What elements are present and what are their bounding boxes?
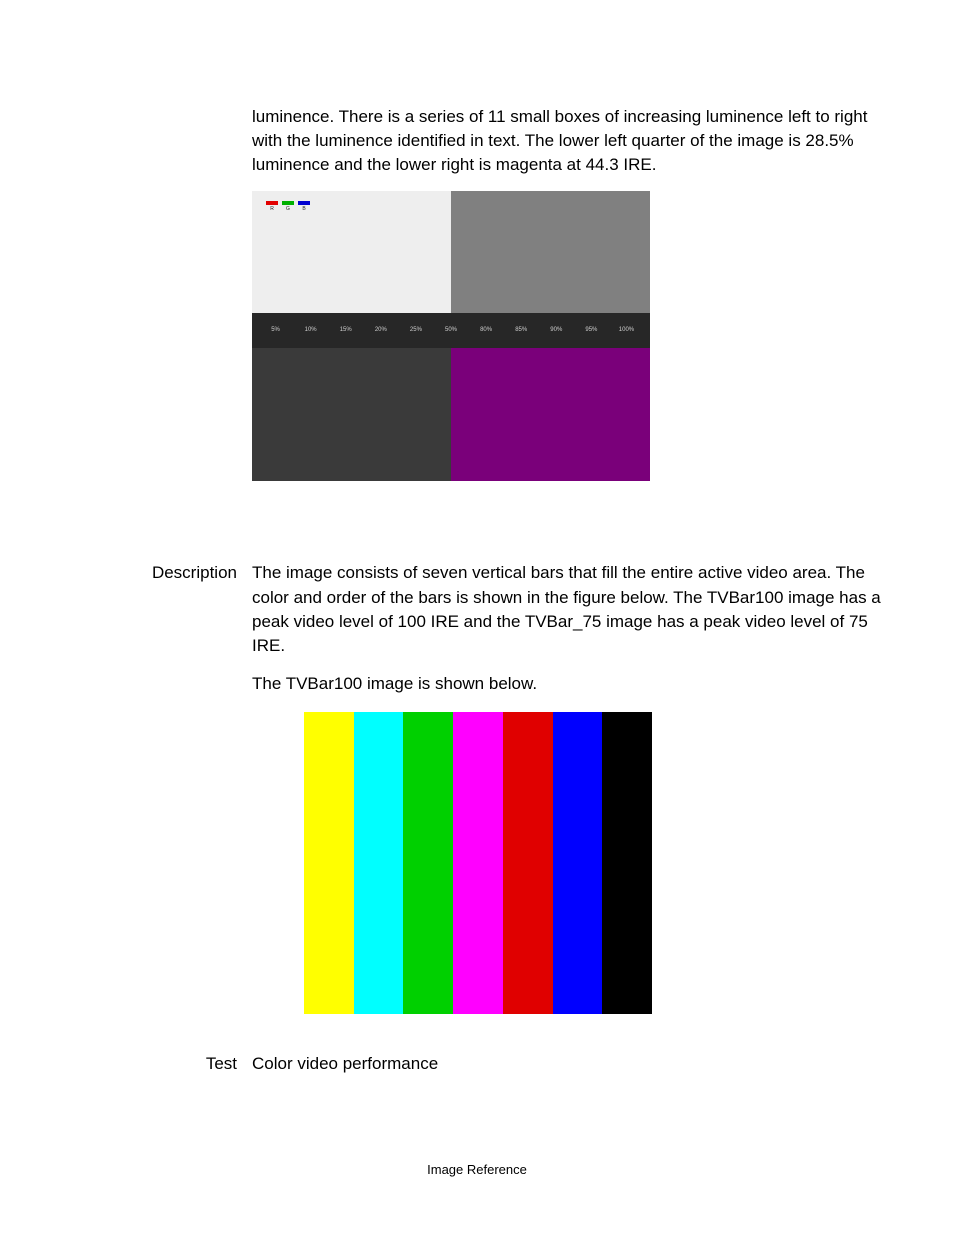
bottom-left-quadrant xyxy=(252,348,451,481)
rgb-label: G xyxy=(286,206,290,213)
luminence-step: 95% xyxy=(574,326,609,335)
description-para1: The image consists of seven vertical bar… xyxy=(252,561,894,658)
luminence-step: 50% xyxy=(433,326,468,335)
intro-paragraph: luminence. There is a series of 11 small… xyxy=(252,105,894,177)
top-left-quadrant: RGB xyxy=(252,191,451,313)
color-bar xyxy=(304,712,354,1014)
luminence-step: 90% xyxy=(539,326,574,335)
luminence-step: 100% xyxy=(609,326,644,335)
luminence-step: 85% xyxy=(504,326,539,335)
luminence-step: 80% xyxy=(469,326,504,335)
rgb-swatch xyxy=(266,201,278,205)
luminence-test-image: R G B 5%10%15%20%25%50%80%85%90%95%100% xyxy=(252,191,650,481)
luminence-step: 20% xyxy=(363,326,398,335)
color-bar xyxy=(453,712,503,1014)
rgb-box: B xyxy=(298,201,310,213)
luminence-step: 5% xyxy=(258,326,293,335)
rgb-box: R xyxy=(266,201,278,213)
rgb-box: G xyxy=(282,201,294,213)
color-bar xyxy=(553,712,603,1014)
description-para2: The TVBar100 image is shown below. xyxy=(252,672,894,696)
luminence-step-strip: 5%10%15%20%25%50%80%85%90%95%100% xyxy=(252,313,650,348)
page-footer: Image Reference xyxy=(0,1162,954,1177)
luminence-step: 15% xyxy=(328,326,363,335)
test-label: Test xyxy=(60,1052,252,1076)
rgb-label: R xyxy=(270,206,274,213)
description-label: Description xyxy=(60,561,252,585)
bottom-right-quadrant xyxy=(451,348,650,481)
rgb-swatch xyxy=(282,201,294,205)
rgb-swatch xyxy=(298,201,310,205)
test-text: Color video performance xyxy=(252,1052,894,1076)
color-bar xyxy=(602,712,652,1014)
luminence-step: 10% xyxy=(293,326,328,335)
color-bar xyxy=(403,712,453,1014)
color-bars-image xyxy=(304,712,652,1014)
top-right-quadrant xyxy=(451,191,650,313)
color-bar xyxy=(354,712,404,1014)
color-bar xyxy=(503,712,553,1014)
document-page: luminence. There is a series of 11 small… xyxy=(0,0,954,1235)
rgb-boxes: RGB xyxy=(266,201,310,213)
rgb-label: B xyxy=(302,206,305,213)
luminence-step: 25% xyxy=(398,326,433,335)
